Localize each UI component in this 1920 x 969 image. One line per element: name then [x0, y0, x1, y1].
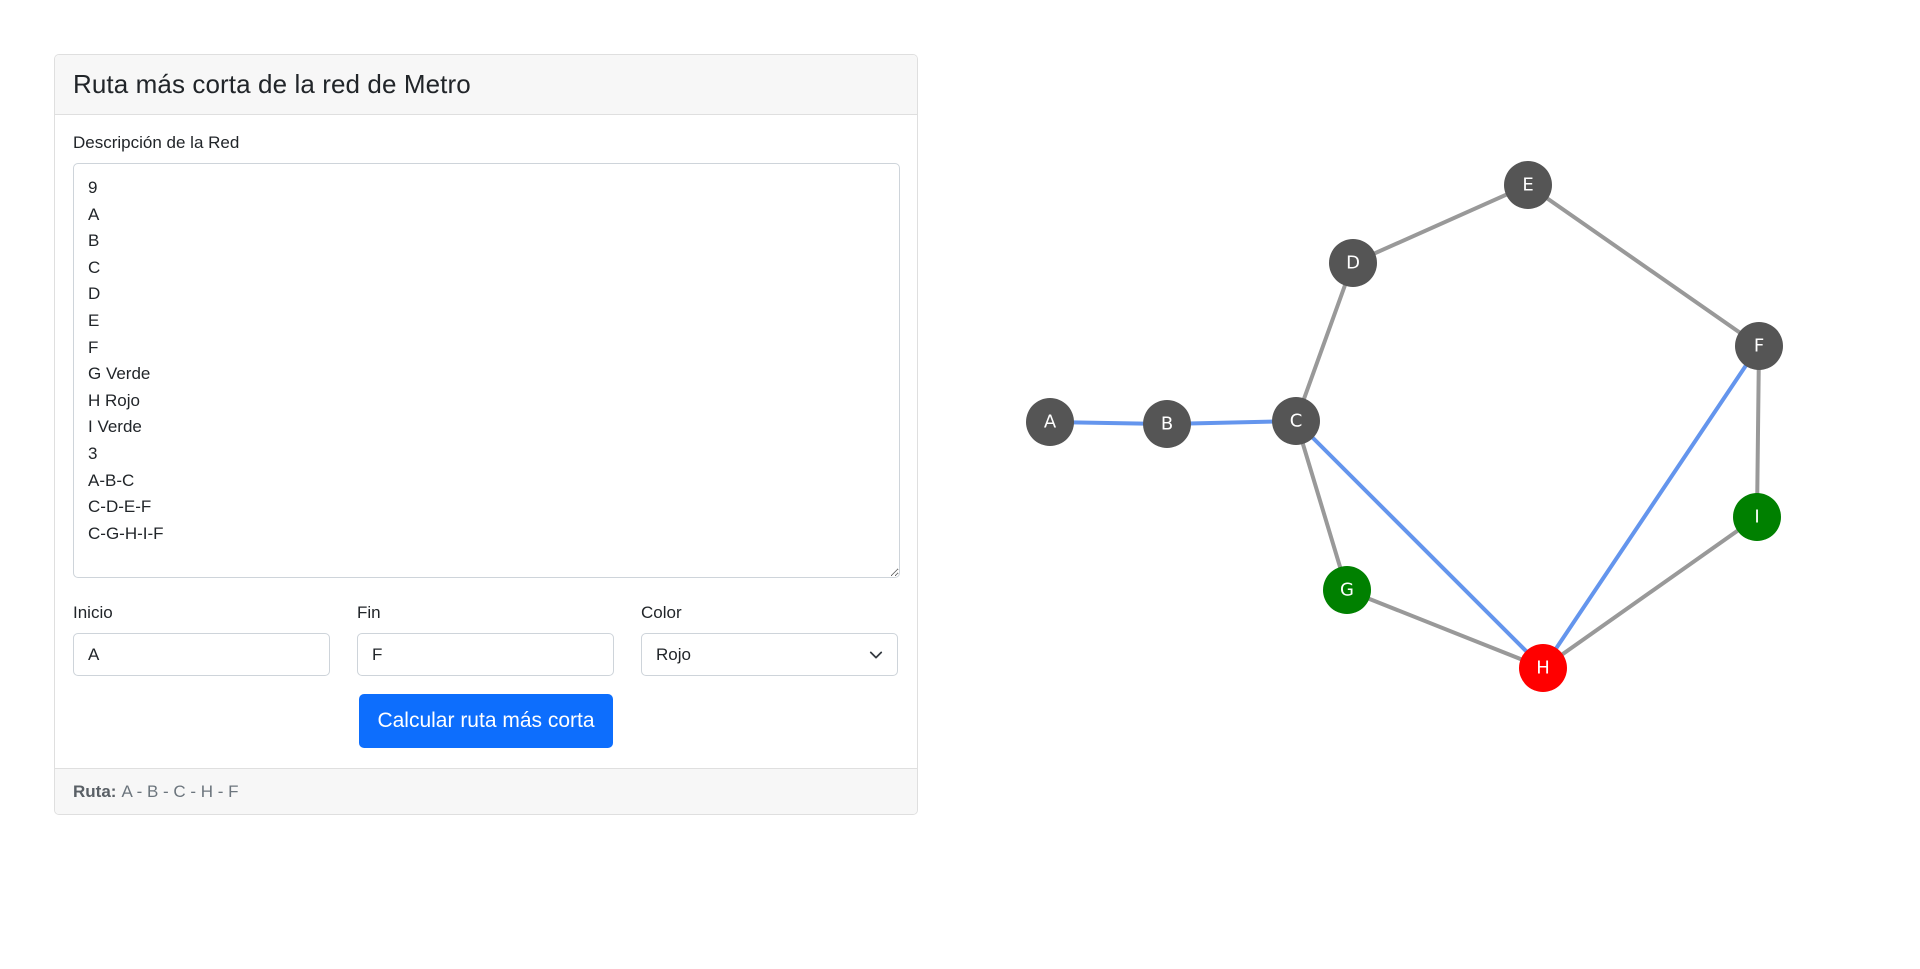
- node-A[interactable]: A: [1026, 398, 1074, 446]
- node-label-B: B: [1161, 414, 1173, 435]
- node-H[interactable]: H: [1519, 644, 1567, 692]
- submit-wrap: Calcular ruta más corta: [73, 694, 899, 748]
- start-label: Inicio: [73, 603, 113, 622]
- color-select[interactable]: Rojo: [641, 633, 898, 676]
- node-label-G: G: [1340, 580, 1354, 601]
- calculate-route-button[interactable]: Calcular ruta más corta: [359, 694, 613, 748]
- end-input[interactable]: F: [357, 633, 614, 676]
- node-D[interactable]: D: [1329, 239, 1377, 287]
- color-field-group: Color Rojo: [641, 603, 898, 676]
- edge-I-F: [1755, 344, 1761, 519]
- route-result: Ruta: A - B - C - H - F: [55, 768, 917, 814]
- node-label-D: D: [1346, 253, 1360, 274]
- color-select-value: Rojo: [656, 644, 691, 664]
- node-label-H: H: [1536, 658, 1550, 679]
- edge-H-I: [1541, 515, 1759, 670]
- route-result-value: A - B - C - H - F: [121, 781, 239, 801]
- start-input-value: A: [88, 644, 100, 664]
- edge-G-H: [1345, 588, 1545, 670]
- end-label: Fin: [357, 603, 381, 622]
- network-description-label: Descripción de la Red: [73, 133, 240, 152]
- page-title: Ruta más corta de la red de Metro: [73, 69, 471, 99]
- node-F[interactable]: F: [1735, 322, 1783, 370]
- network-description-textarea[interactable]: 9 A B C D E F G Verde H Rojo I Verde 3 A…: [73, 163, 900, 578]
- node-G[interactable]: G: [1323, 566, 1371, 614]
- end-field-group: Fin F: [357, 603, 614, 676]
- node-label-F: F: [1754, 336, 1764, 357]
- edge-E-F: [1526, 183, 1761, 348]
- node-B[interactable]: B: [1143, 400, 1191, 448]
- route-result-label: Ruta:: [73, 781, 117, 801]
- node-C[interactable]: C: [1272, 397, 1320, 445]
- card-header: Ruta más corta de la red de Metro: [55, 55, 917, 115]
- parameters-row: Inicio A Fin F Color Rojo: [73, 603, 899, 676]
- card-body: Descripción de la Red 9 A B C D E F G Ve…: [55, 115, 917, 755]
- edge-D-E: [1351, 183, 1530, 265]
- route-form-card: Ruta más corta de la red de Metro Descri…: [54, 54, 918, 815]
- node-label-I: I: [1754, 507, 1759, 528]
- node-E[interactable]: E: [1504, 161, 1552, 209]
- start-input[interactable]: A: [73, 633, 330, 676]
- node-label-C: C: [1290, 411, 1303, 432]
- node-label-A: A: [1044, 412, 1057, 433]
- edge-C-D: [1294, 261, 1355, 423]
- node-I[interactable]: I: [1733, 493, 1781, 541]
- network-graph: A B C D E F G H I: [1026, 161, 1783, 692]
- node-label-E: E: [1522, 175, 1533, 196]
- edge-H-F: [1541, 344, 1761, 670]
- chevron-down-icon: [869, 651, 883, 658]
- end-input-value: F: [372, 644, 383, 664]
- start-field-group: Inicio A: [73, 603, 330, 676]
- color-label: Color: [641, 603, 682, 622]
